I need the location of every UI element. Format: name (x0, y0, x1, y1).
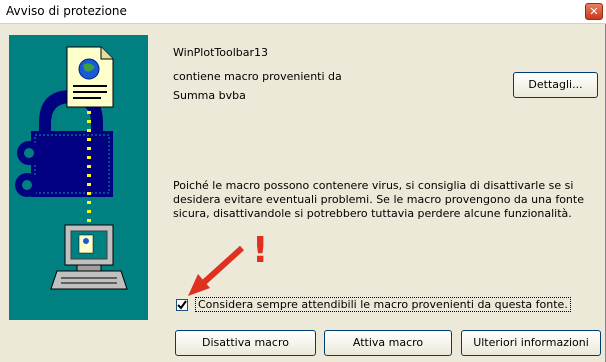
exclamation-mark: ! (252, 230, 268, 271)
checkmark-icon (177, 300, 187, 310)
title-bar: Avviso di protezione ✕ (0, 0, 606, 24)
computer-icon (50, 224, 128, 290)
disable-macros-button[interactable]: Disattiva macro (175, 330, 316, 356)
close-button[interactable]: ✕ (585, 3, 603, 20)
close-icon: ✕ (589, 5, 599, 18)
warning-text: Poiché le macro possono contenere virus,… (173, 179, 601, 221)
trust-checkbox[interactable] (176, 299, 188, 311)
warning-line-1: Poiché le macro possono contenere virus,… (173, 179, 574, 192)
enable-macros-button[interactable]: Attiva macro (324, 330, 452, 356)
source-description: contiene macro provenienti da (173, 70, 342, 83)
disable-macros-label: Disattiva macro (202, 336, 289, 349)
security-warning-dialog: Avviso di protezione ✕ WinPlotToolbar13 … (0, 0, 606, 362)
details-button[interactable]: Dettagli... (513, 72, 598, 98)
publisher-name: Summa bvba (173, 89, 246, 102)
source-name: WinPlotToolbar13 (173, 46, 269, 59)
more-info-button[interactable]: Ulteriori informazioni (461, 330, 601, 356)
warning-line-2: desidera evitare eventuali problemi. Se … (173, 193, 584, 206)
enable-macros-label: Attiva macro (352, 336, 424, 349)
document-globe-icon (66, 46, 114, 108)
more-info-label: Ulteriori informazioni (473, 336, 589, 349)
trust-checkbox-label[interactable]: Considera sempre attendibili le macro pr… (195, 297, 571, 312)
window-title: Avviso di protezione (6, 4, 127, 18)
security-graphic (9, 35, 148, 320)
details-button-label: Dettagli... (528, 78, 583, 91)
red-arrow-annotation: ! (188, 230, 268, 296)
